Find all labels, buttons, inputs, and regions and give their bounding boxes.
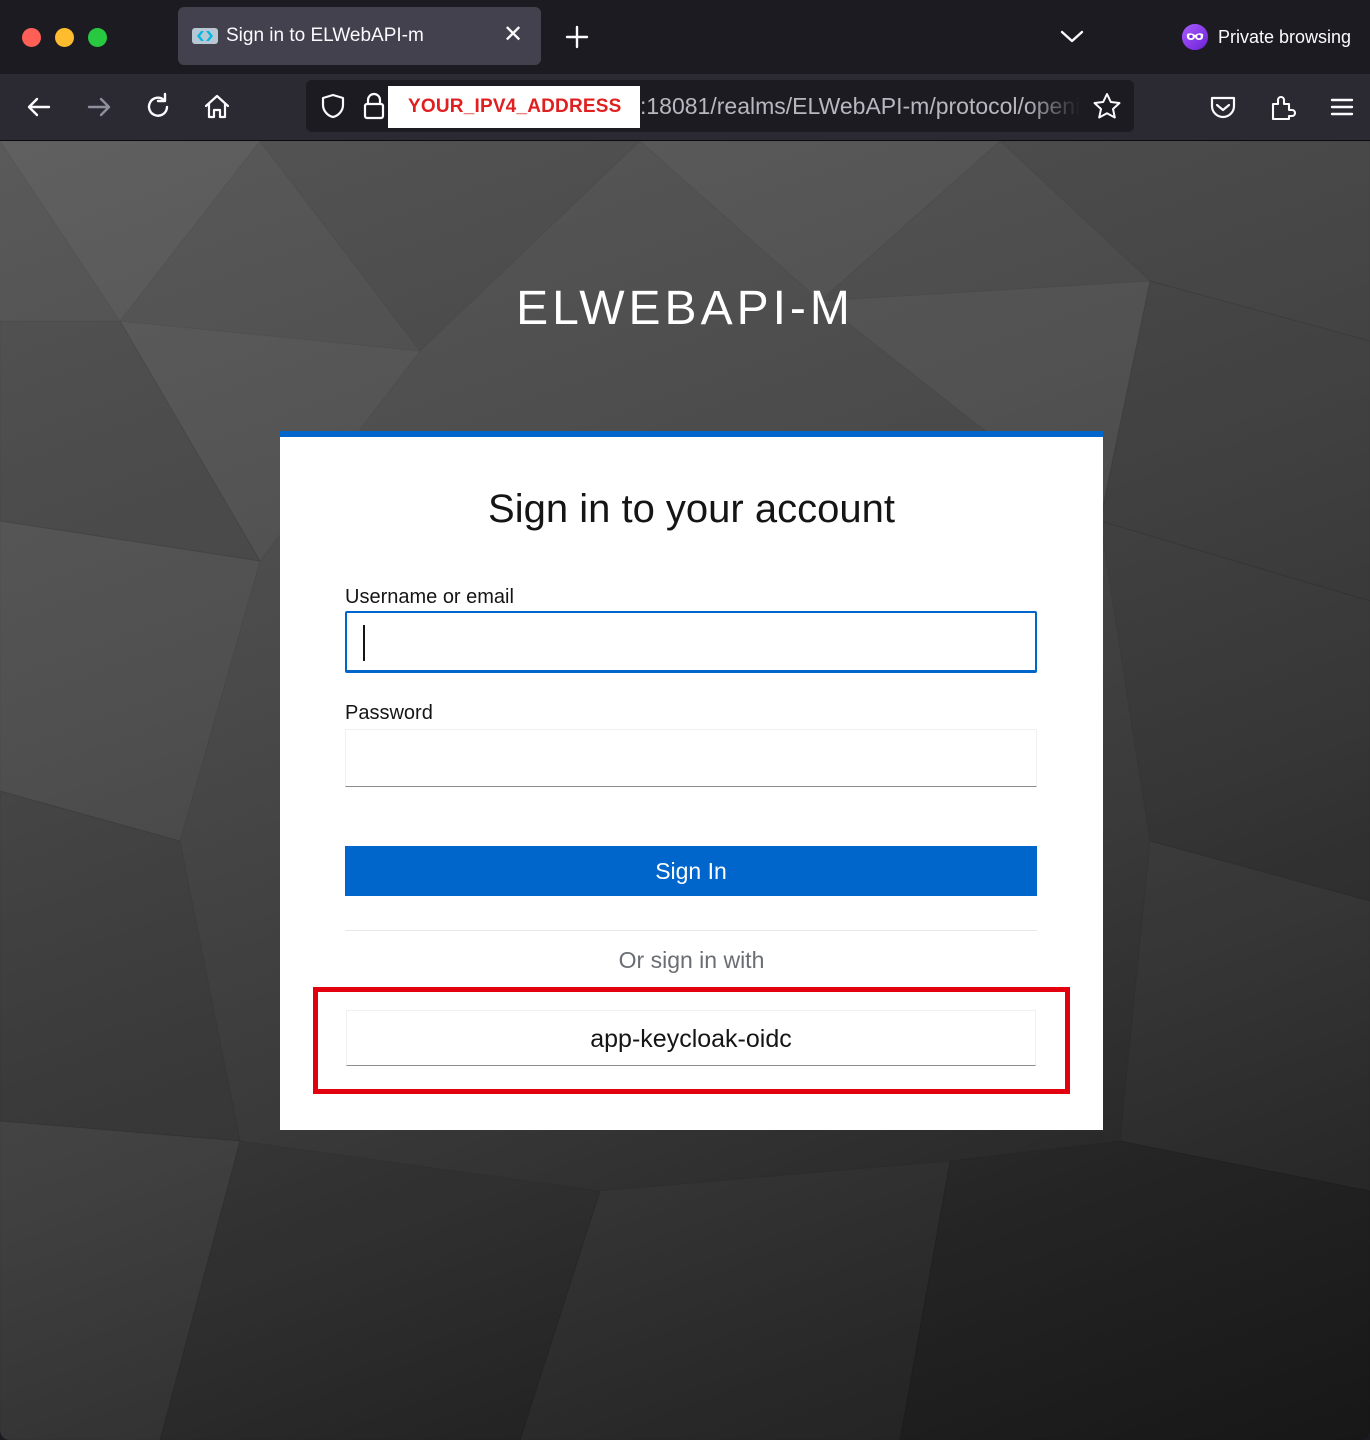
private-browsing-indicator: Private browsing (1182, 22, 1351, 52)
navigation-toolbar: YOUR_IPV4_ADDRESS :18081/realms/ELWebAPI… (0, 74, 1370, 141)
realm-title: ELWEBAPI-M (516, 282, 854, 335)
window-maximize-button[interactable] (88, 28, 107, 47)
text-cursor (363, 625, 365, 661)
window-close-button[interactable] (22, 28, 41, 47)
star-icon[interactable] (1092, 92, 1122, 120)
or-sign-in-with-text: Or sign in with (618, 947, 765, 973)
chevron-down-icon[interactable] (1058, 24, 1086, 48)
extensions-icon[interactable] (1268, 92, 1298, 122)
home-icon[interactable] (200, 90, 234, 124)
username-label: Username or email (345, 586, 514, 608)
hamburger-menu-icon[interactable] (1328, 94, 1356, 120)
address-bar[interactable]: YOUR_IPV4_ADDRESS :18081/realms/ELWebAPI… (306, 80, 1134, 132)
browser-window: Sign in to ELWebAPI-m ✕ Private browsing (0, 0, 1370, 1440)
window-minimize-button[interactable] (55, 28, 74, 47)
keycloak-favicon-icon (192, 28, 218, 44)
tab-title: Sign in to ELWebAPI-m (226, 25, 424, 46)
page-title: Sign in to your account (488, 487, 895, 531)
pocket-icon[interactable] (1208, 94, 1238, 122)
plus-icon[interactable] (562, 22, 592, 52)
back-arrow-icon[interactable] (22, 90, 56, 124)
private-mask-icon (1182, 24, 1208, 50)
tab-active[interactable]: Sign in to ELWebAPI-m ✕ (178, 7, 541, 65)
username-field[interactable] (345, 611, 1037, 673)
shield-icon[interactable] (320, 93, 346, 119)
url-redacted-host: YOUR_IPV4_ADDRESS (388, 86, 640, 128)
tab-close-icon[interactable]: ✕ (499, 21, 527, 49)
sign-in-button[interactable]: Sign In (345, 846, 1037, 896)
private-browsing-label: Private browsing (1218, 26, 1352, 47)
page-content: ELWEBAPI-M Sign in to your account Usern… (0, 141, 1370, 1440)
tab-bar: Sign in to ELWebAPI-m ✕ Private browsing (0, 0, 1370, 74)
annotation-highlight-box (313, 987, 1070, 1094)
reload-icon[interactable] (141, 90, 175, 124)
password-label: Password (345, 702, 433, 724)
divider (345, 930, 1037, 931)
forward-arrow-icon[interactable] (82, 90, 116, 124)
url-path-text[interactable]: :18081/realms/ELWebAPI-m/protocol/openid… (640, 92, 1080, 120)
lock-icon[interactable] (362, 92, 386, 120)
password-field[interactable] (345, 729, 1037, 787)
